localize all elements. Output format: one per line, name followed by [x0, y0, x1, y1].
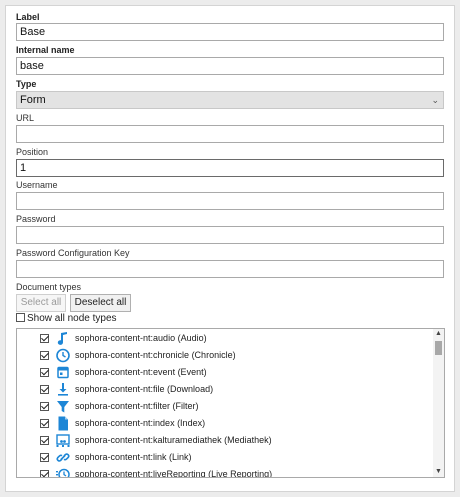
type-label: Type — [16, 79, 37, 89]
list-item-checkbox[interactable] — [40, 470, 49, 477]
username-label: Username — [16, 180, 58, 190]
document-types-list[interactable]: sophora-content-nt:audio (Audio) sophora… — [16, 328, 445, 478]
filter-icon — [57, 401, 69, 413]
live-reporting-icon — [56, 468, 70, 477]
password-label: Password — [16, 214, 56, 224]
scroll-up-icon[interactable]: ▲ — [433, 329, 444, 339]
chevron-down-icon: ⌄ — [431, 95, 439, 105]
list-item-checkbox[interactable] — [40, 368, 49, 377]
password-input[interactable] — [16, 226, 444, 244]
position-label: Position — [16, 147, 49, 157]
internal-name-input[interactable]: base — [16, 57, 444, 75]
list-item-label: sophora-content-nt:index (Index) — [75, 418, 206, 428]
list-item[interactable]: sophora-content-nt:link (Link) — [17, 449, 433, 466]
scroll-down-icon[interactable]: ▼ — [433, 467, 444, 477]
password-config-key-label: Password Configuration Key — [16, 248, 130, 258]
list-item[interactable]: sophora-content-nt:filter (Filter) — [17, 398, 433, 415]
list-item[interactable]: sophora-content-nt:kalturamediathek (Med… — [17, 432, 433, 449]
position-input[interactable]: 1 — [16, 159, 444, 177]
username-input[interactable] — [16, 192, 444, 210]
url-label: URL — [16, 113, 35, 123]
list-item-label: sophora-content-nt:kalturamediathek (Med… — [75, 435, 272, 445]
form-panel: Label Base Internal name base Type Form … — [5, 5, 455, 492]
list-item-checkbox[interactable] — [40, 334, 49, 343]
list-item[interactable]: sophora-content-nt:liveReporting (Live R… — [17, 466, 433, 478]
scroll-thumb[interactable] — [435, 341, 442, 355]
document-icon — [58, 416, 68, 431]
url-input[interactable] — [16, 125, 444, 143]
list-item-checkbox[interactable] — [40, 436, 49, 445]
music-note-icon — [57, 332, 67, 345]
list-item[interactable]: sophora-content-nt:event (Event) — [17, 364, 433, 381]
show-all-node-types[interactable]: Show all node types — [16, 312, 117, 325]
select-all-button[interactable]: Select all — [16, 294, 66, 312]
document-types-label: Document types — [16, 282, 82, 292]
list-item-checkbox[interactable] — [40, 419, 49, 428]
label-input[interactable]: Base — [16, 23, 444, 41]
deselect-all-button[interactable]: Deselect all — [70, 294, 131, 312]
list-item-label: sophora-content-nt:event (Event) — [75, 367, 207, 377]
list-item-checkbox[interactable] — [40, 351, 49, 360]
show-all-label: Show all node types — [27, 313, 117, 324]
list-item[interactable]: sophora-content-nt:chronicle (Chronicle) — [17, 347, 433, 364]
type-select[interactable]: Form ⌄ — [16, 91, 444, 109]
password-config-key-input[interactable] — [16, 260, 444, 278]
list-item-checkbox[interactable] — [40, 402, 49, 411]
link-icon — [56, 453, 70, 462]
list-item-label: sophora-content-nt:audio (Audio) — [75, 333, 207, 343]
list-item-label: sophora-content-nt:file (Download) — [75, 384, 214, 394]
list-item-checkbox[interactable] — [40, 385, 49, 394]
download-icon — [58, 383, 68, 396]
list-item[interactable]: sophora-content-nt:file (Download) — [17, 381, 433, 398]
list-item-label: sophora-content-nt:chronicle (Chronicle) — [75, 350, 236, 360]
type-select-value: Form — [20, 94, 46, 106]
list-item[interactable]: sophora-content-nt:audio (Audio) — [17, 330, 433, 347]
media-library-icon — [56, 434, 70, 447]
list-item-label: sophora-content-nt:link (Link) — [75, 452, 192, 462]
list-scrollbar[interactable]: ▲ ▼ — [433, 329, 444, 477]
list-item-label: sophora-content-nt:liveReporting (Live R… — [75, 469, 273, 478]
internal-name-label: Internal name — [16, 45, 75, 55]
list-item-label: sophora-content-nt:filter (Filter) — [75, 401, 199, 411]
calendar-icon — [57, 366, 69, 379]
label-field-label: Label — [16, 12, 40, 22]
list-item-checkbox[interactable] — [40, 453, 49, 462]
list-item[interactable]: sophora-content-nt:index (Index) — [17, 415, 433, 432]
show-all-checkbox[interactable] — [16, 312, 25, 322]
clock-icon — [56, 348, 70, 363]
